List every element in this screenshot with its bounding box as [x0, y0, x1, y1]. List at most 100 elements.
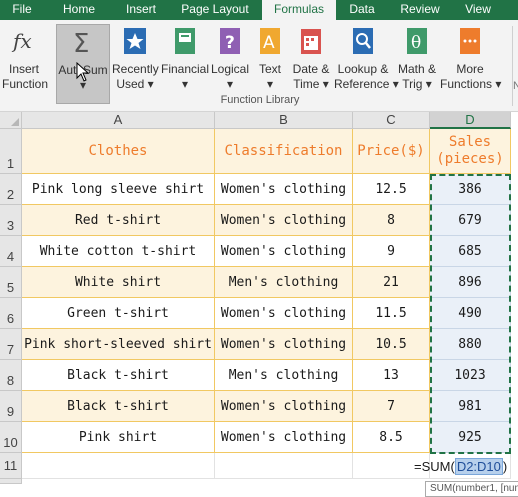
column-header-c[interactable]: C — [353, 112, 430, 129]
row-header-5[interactable]: 5 — [0, 267, 22, 298]
tab-formulas[interactable]: Formulas — [262, 0, 336, 20]
table-cell-classification[interactable]: Women's clothing — [215, 174, 353, 205]
svg-text:A: A — [263, 33, 275, 53]
lookup-reference-button[interactable]: Lookup & Reference ▾ — [334, 24, 399, 104]
text-button[interactable]: A Text ▾ — [252, 24, 288, 104]
header-cell-clothes[interactable]: Clothes — [22, 129, 215, 174]
recently-used-button[interactable]: Recently Used ▾ — [112, 24, 159, 104]
math-trig-label-2: Trig ▾ — [402, 77, 432, 91]
table-cell-classification[interactable]: Women's clothing — [215, 205, 353, 236]
row-11-cell-clothes[interactable] — [22, 453, 215, 479]
table-cell-price[interactable]: 9 — [353, 236, 430, 267]
column-header-d[interactable]: D — [430, 112, 511, 129]
table-cell-clothes[interactable]: Black t-shirt — [22, 360, 215, 391]
more-functions-button[interactable]: More Functions ▾ — [440, 24, 502, 104]
logical-button[interactable]: ? Logical ▾ — [210, 24, 250, 104]
table-cell-sales[interactable]: 896 — [430, 267, 511, 298]
math-trig-button[interactable]: θ Math & Trig ▾ — [394, 24, 440, 104]
select-all-corner[interactable] — [0, 112, 22, 129]
table-cell-sales[interactable]: 679 — [430, 205, 511, 236]
tab-home[interactable]: Home — [55, 0, 103, 20]
table-cell-sales[interactable]: 925 — [430, 422, 511, 453]
row-header-3[interactable]: 3 — [0, 205, 22, 236]
table-cell-clothes[interactable]: White cotton t-shirt — [22, 236, 215, 267]
header-cell-price[interactable]: Price($) — [353, 129, 430, 174]
table-cell-classification[interactable]: Men's clothing — [215, 360, 353, 391]
formula-in-cell-d11[interactable]: =SUM(D2:D10) — [414, 458, 508, 475]
table-cell-clothes[interactable]: Red t-shirt — [22, 205, 215, 236]
tab-insert[interactable]: Insert — [116, 0, 166, 20]
table-cell-price[interactable]: 8 — [353, 205, 430, 236]
formula-suffix: ) — [502, 459, 508, 474]
table-cell-clothes[interactable]: Pink long sleeve shirt — [22, 174, 215, 205]
row-header-6[interactable]: 6 — [0, 298, 22, 329]
table-cell-price[interactable]: 10.5 — [353, 329, 430, 360]
table-cell-sales[interactable]: 685 — [430, 236, 511, 267]
table-cell-classification[interactable]: Women's clothing — [215, 236, 353, 267]
row-header-2[interactable]: 2 — [0, 174, 22, 205]
financial-book-icon — [175, 28, 195, 54]
row-header-11[interactable]: 11 — [0, 453, 22, 479]
table-cell-price[interactable]: 8.5 — [353, 422, 430, 453]
table-cell-clothes[interactable]: Pink short-sleeved shirt — [22, 329, 215, 360]
row-header-7[interactable]: 7 — [0, 329, 22, 360]
lookup-reference-label-1: Lookup & — [337, 62, 389, 76]
table-cell-clothes[interactable]: White shirt — [22, 267, 215, 298]
table-cell-price[interactable]: 11.5 — [353, 298, 430, 329]
table-cell-classification[interactable]: Women's clothing — [215, 391, 353, 422]
tab-file[interactable]: File — [0, 0, 44, 20]
header-sales-line-2: (pieces) — [436, 151, 504, 167]
more-functions-icon — [460, 28, 480, 54]
more-functions-label-2: Functions ▾ — [440, 77, 502, 91]
row-header-8[interactable]: 8 — [0, 360, 22, 391]
date-time-button[interactable]: Date & Time ▾ — [288, 24, 334, 104]
text-dropdown-arrow: ▾ — [266, 77, 274, 91]
table-cell-price[interactable]: 13 — [353, 360, 430, 391]
header-cell-classification[interactable]: Classification — [215, 129, 353, 174]
table-cell-price[interactable]: 12.5 — [353, 174, 430, 205]
date-time-label-2: Time ▾ — [293, 77, 329, 91]
table-cell-classification[interactable]: Men's clothing — [215, 267, 353, 298]
tab-view[interactable]: View — [458, 0, 498, 20]
text-a-icon: A — [260, 28, 280, 54]
financial-button[interactable]: Financial ▾ — [160, 24, 210, 104]
tab-review[interactable]: Review — [394, 0, 446, 20]
insert-function-icon: fx — [11, 29, 32, 53]
financial-label: Financial — [160, 62, 210, 76]
row-header-10[interactable]: 10 — [0, 422, 22, 453]
column-header-a[interactable]: A — [22, 112, 215, 129]
table-cell-price[interactable]: 21 — [353, 267, 430, 298]
table-cell-sales[interactable]: 490 — [430, 298, 511, 329]
table-cell-sales[interactable]: 880 — [430, 329, 511, 360]
autosum-sigma-icon: Σ — [73, 29, 89, 57]
date-time-calendar-icon — [301, 29, 321, 54]
date-time-label-1: Date & — [292, 62, 330, 76]
tab-data[interactable]: Data — [340, 0, 384, 20]
row-header-1[interactable]: 1 — [0, 129, 22, 174]
logical-question-icon: ? — [220, 28, 240, 54]
table-cell-clothes[interactable]: Pink shirt — [22, 422, 215, 453]
table-cell-sales[interactable]: 981 — [430, 391, 511, 422]
row-11-cell-classification[interactable] — [215, 453, 353, 479]
row-header-9[interactable]: 9 — [0, 391, 22, 422]
table-cell-sales[interactable]: 1023 — [430, 360, 511, 391]
recently-used-label-2: Used ▾ — [116, 77, 154, 91]
table-cell-price[interactable]: 7 — [353, 391, 430, 422]
tab-page-layout[interactable]: Page Layout — [179, 0, 251, 20]
header-cell-sales[interactable]: Sales (pieces) — [430, 129, 511, 174]
svg-text:?: ? — [225, 33, 235, 53]
ribbon-next-group-label: N — [513, 80, 518, 92]
table-cell-classification[interactable]: Women's clothing — [215, 422, 353, 453]
row-header-4[interactable]: 4 — [0, 236, 22, 267]
table-cell-clothes[interactable]: Green t-shirt — [22, 298, 215, 329]
svg-text:fx: fx — [11, 29, 32, 53]
table-cell-sales[interactable]: 386 — [430, 174, 511, 205]
formula-range-reference: D2:D10 — [454, 458, 503, 475]
function-library-group-label: Function Library — [220, 94, 300, 106]
insert-function-button[interactable]: fx Insert Function — [2, 24, 48, 104]
column-header-b[interactable]: B — [215, 112, 353, 129]
table-cell-classification[interactable]: Women's clothing — [215, 329, 353, 360]
table-cell-classification[interactable]: Women's clothing — [215, 298, 353, 329]
ribbon-formulas-panel: fx InsertFunction Σ AutoSum▾ RecentlyUse… — [0, 20, 518, 112]
table-cell-clothes[interactable]: Black t-shirt — [22, 391, 215, 422]
